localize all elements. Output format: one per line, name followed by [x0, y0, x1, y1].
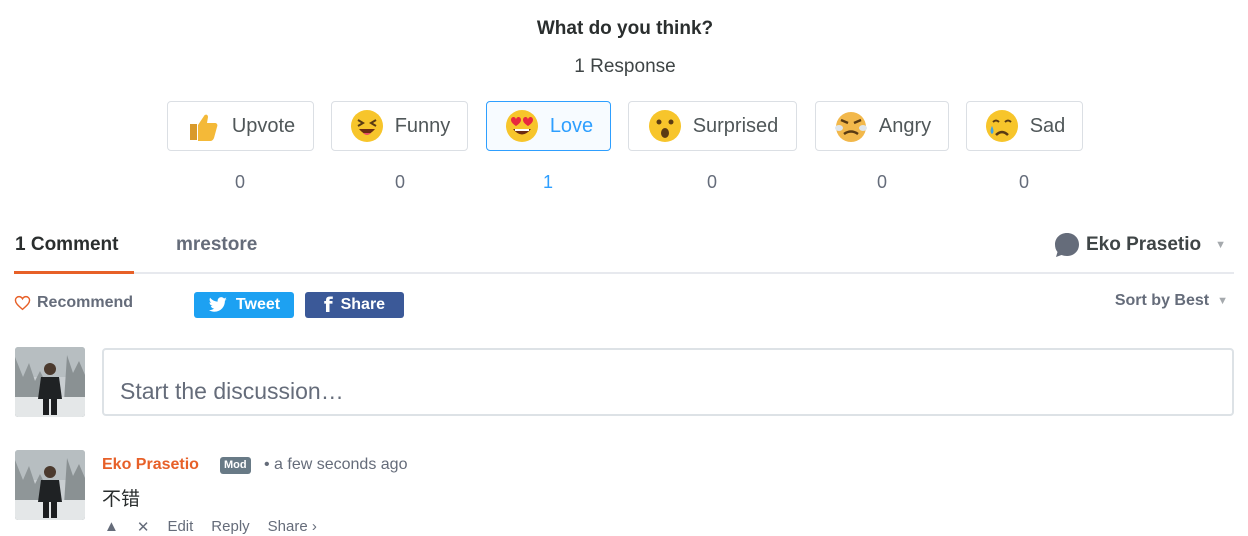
sad-face-icon — [985, 110, 1018, 142]
angry-face-icon — [834, 112, 867, 142]
heart-icon — [14, 295, 31, 311]
surprised-face-icon — [648, 110, 681, 142]
reply-link[interactable]: Reply — [211, 518, 249, 536]
reaction-angry-button[interactable]: Angry — [815, 101, 949, 151]
tab-comments[interactable]: 1 Comment — [15, 234, 118, 256]
reaction-surprised-count: 0 — [706, 172, 717, 192]
comment-timestamp[interactable]: • a few seconds ago — [264, 456, 407, 474]
response-count: 1 Response — [574, 56, 676, 77]
reaction-love-button[interactable]: Love — [486, 101, 611, 151]
user-photo — [15, 450, 85, 520]
user-menu-name: Eko Prasetio — [1086, 234, 1202, 255]
chevron-down-icon: ▼ — [1215, 239, 1226, 251]
reaction-upvote-button[interactable]: Upvote — [167, 101, 314, 151]
reaction-sad-button[interactable]: Sad — [966, 101, 1083, 151]
recommend-label: Recommend — [37, 294, 134, 311]
vote-up-icon[interactable]: ▲ — [104, 518, 119, 536]
facebook-share-label: Share — [340, 296, 386, 313]
discussion-input[interactable] — [102, 348, 1234, 416]
user-photo — [15, 347, 85, 417]
active-tab-indicator — [14, 271, 134, 274]
share-link[interactable]: Share › — [268, 518, 317, 536]
laughing-face-icon — [350, 110, 383, 142]
comment-avatar[interactable] — [15, 450, 85, 520]
tweet-label: Tweet — [235, 296, 281, 313]
reaction-angry-label: Angry — [878, 114, 932, 137]
reaction-sad-label: Sad — [1029, 114, 1066, 137]
tweet-button[interactable]: Tweet — [194, 292, 294, 318]
twitter-bird-icon — [208, 297, 227, 312]
comment-text: 不错 — [102, 488, 141, 510]
facebook-icon: f — [323, 293, 333, 317]
mod-badge: Mod — [220, 457, 251, 474]
thumbs-up-icon — [189, 114, 218, 141]
chevron-down-icon: ▼ — [1217, 295, 1228, 307]
tab-forum[interactable]: mrestore — [176, 234, 257, 256]
reaction-angry-count: 0 — [876, 172, 887, 192]
avatar[interactable] — [15, 347, 85, 417]
sort-dropdown[interactable]: Sort by Best ▼ — [1115, 292, 1228, 310]
comment-actions: ▲ ✕ Edit Reply Share › — [104, 518, 317, 536]
reaction-funny-label: Funny — [394, 114, 451, 137]
user-avatar-icon — [1055, 233, 1079, 257]
reaction-funny-button[interactable]: Funny — [331, 101, 468, 151]
facebook-share-button[interactable]: f Share — [305, 292, 404, 318]
tabs-divider — [14, 272, 1234, 274]
reaction-sad-count: 0 — [1018, 172, 1029, 192]
reaction-upvote-count: 0 — [234, 172, 245, 192]
sort-label: Sort by Best — [1114, 292, 1210, 309]
user-menu[interactable]: Eko Prasetio ▼ — [1054, 232, 1226, 258]
reaction-surprised-label: Surprised — [692, 114, 779, 137]
reaction-love-label: Love — [549, 114, 594, 137]
reaction-surprised-button[interactable]: Surprised — [628, 101, 797, 151]
recommend-button[interactable]: Recommend — [14, 294, 133, 312]
reaction-love-count: 1 — [542, 172, 553, 192]
vote-down-icon[interactable]: ✕ — [137, 518, 150, 536]
edit-link[interactable]: Edit — [167, 518, 193, 536]
heart-eyes-face-icon — [505, 110, 538, 142]
reaction-funny-count: 0 — [394, 172, 405, 192]
comment-author[interactable]: Eko Prasetio — [102, 456, 199, 474]
reactions-title: What do you think? — [536, 18, 714, 39]
reaction-upvote-label: Upvote — [231, 114, 296, 137]
